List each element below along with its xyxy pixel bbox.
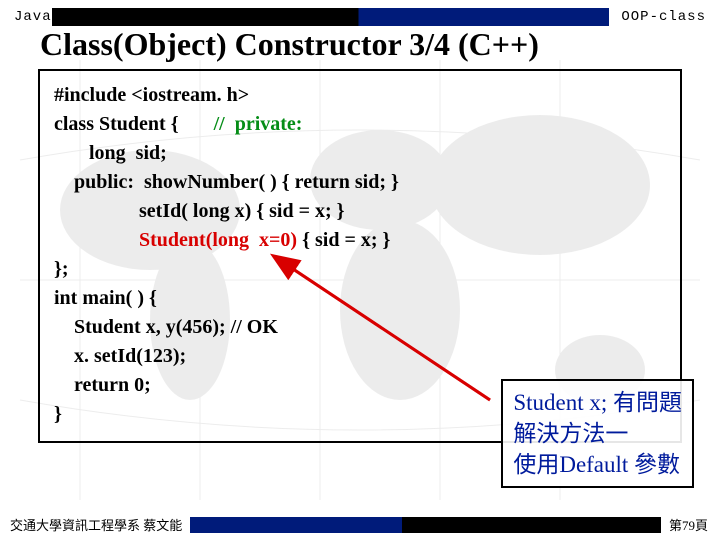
- slide-title: Class(Object) Constructor 3/4 (C++): [0, 26, 720, 69]
- header-left: Java: [14, 9, 52, 25]
- code-line: Student(long x=0) { sid = x; }: [54, 226, 666, 255]
- annotation-box: Student x; 有問題 解決方法一 使用Default 參數: [501, 379, 694, 488]
- code-line: #include <iostream. h>: [54, 81, 666, 110]
- footer-rule: [190, 517, 661, 533]
- code-line: x. setId(123);: [54, 342, 666, 371]
- code-line: };: [54, 255, 666, 284]
- header-rule: [52, 8, 610, 26]
- footer-right: 第79頁: [669, 515, 720, 534]
- footer-bar: 交通大學資訊工程學系 蔡文能 第79頁: [0, 515, 720, 534]
- code-line: setId( long x) { sid = x; }: [54, 197, 666, 226]
- header-bar: Java OOP-class: [0, 0, 720, 26]
- code-line: int main( ) {: [54, 284, 666, 313]
- annotation-line: Student x; 有問題: [513, 387, 682, 418]
- code-line: long sid;: [54, 139, 666, 168]
- code-line: class Student { // private:: [54, 110, 666, 139]
- code-line: Student x, y(456); // OK: [54, 313, 666, 342]
- annotation-line: 解決方法一: [513, 418, 682, 449]
- code-line: public: showNumber( ) { return sid; }: [54, 168, 666, 197]
- footer-left: 交通大學資訊工程學系 蔡文能: [0, 515, 182, 534]
- annotation-line: 使用Default 參數: [513, 449, 682, 480]
- header-right: OOP-class: [609, 9, 706, 25]
